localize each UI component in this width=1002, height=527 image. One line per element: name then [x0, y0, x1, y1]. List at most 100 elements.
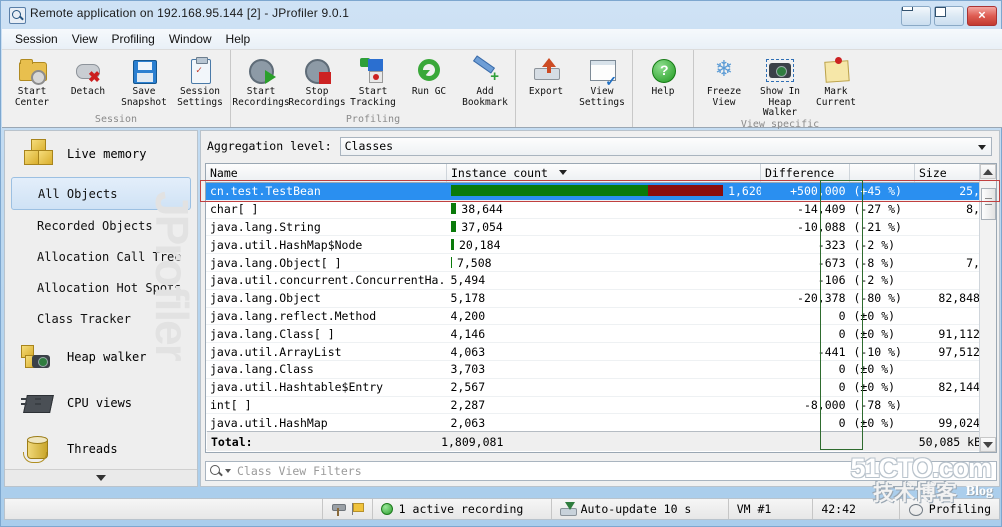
minimize-button[interactable]: [901, 6, 931, 26]
menu-item-window[interactable]: Window: [162, 30, 219, 48]
export-label: Export: [528, 86, 564, 97]
vm-text: VM #1: [736, 502, 772, 516]
menu-item-view[interactable]: View: [65, 30, 105, 48]
title-bar: Remote application on 192.168.95.144 [2]…: [1, 1, 1002, 28]
run-gc-label: Run GC: [411, 86, 447, 97]
table-row[interactable]: java.lang.String37,054-10,088(-21 %)889 …: [206, 218, 996, 237]
menu-item-help[interactable]: Help: [219, 30, 258, 48]
flag-icon[interactable]: [350, 502, 365, 516]
sidebar-section-label-cpu-views: CPU views: [67, 396, 133, 410]
toolbar-run-gc[interactable]: Run GC: [401, 53, 457, 98]
toolbar-start-center[interactable]: Start Center: [4, 53, 60, 108]
maximize-button[interactable]: [934, 6, 964, 26]
status-spacer: [5, 499, 323, 519]
cell-difference-percent: (-10 %): [849, 342, 915, 361]
sidebar-section-heap-walker[interactable]: Heap walker: [5, 334, 197, 380]
instance-count-value: 5,494: [450, 273, 486, 288]
cell-difference: 0: [760, 378, 850, 397]
instance-count-bar: [450, 256, 452, 268]
status-auto-update[interactable]: Auto-update 10 s: [552, 499, 729, 519]
toolbar-group-label-profiling: Profiling: [345, 114, 401, 125]
cell-difference-percent: (-78 %): [849, 396, 915, 415]
table-row[interactable]: java.util.HashMap2,0630(±0 %)99,024 byte…: [206, 413, 996, 433]
table-row[interactable]: java.lang.Object[ ]7,508-673(-8 %)7,743 …: [206, 253, 996, 272]
cell-difference: -10,088: [760, 218, 850, 237]
save-snapshot-label-1: Save: [132, 86, 156, 97]
cell-class-name: java.lang.Object[ ]: [206, 253, 447, 272]
close-button[interactable]: ✕: [967, 6, 997, 26]
toolbar-start-recordings[interactable]: Start Recordings: [232, 53, 290, 108]
sidebar-item-label-recorded-objects: Recorded Objects: [37, 218, 153, 233]
cell-instance-count: 3,703: [446, 360, 761, 379]
snowflake-icon: ❄: [714, 57, 734, 82]
chevron-down-icon: [96, 475, 106, 481]
toolbar-freeze-view[interactable]: ❄ Freeze View: [696, 53, 752, 108]
instance-count-value: 3,703: [450, 362, 486, 377]
class-view-filter[interactable]: Class View Filters: [205, 461, 997, 481]
table-row[interactable]: java.lang.Class3,7030(±0 %)421 kB: [206, 360, 996, 379]
cell-class-name: cn.test.TestBean: [206, 182, 447, 201]
cell-difference-percent: (-8 %): [849, 253, 915, 272]
table-row[interactable]: java.util.Hashtable$Entry 2,567 0 (±0 %) 82,…: [206, 378, 996, 397]
column-header-instance-count[interactable]: Instance count: [446, 164, 761, 183]
total-label: Total:: [211, 434, 253, 449]
recording-status-text: 1 active recording: [398, 502, 524, 516]
cell-difference-percent: (-80 %): [849, 289, 915, 308]
hammer-icon[interactable]: [331, 502, 346, 516]
note-pin-icon: [821, 55, 851, 85]
status-recording[interactable]: 1 active recording: [373, 499, 552, 519]
column-header-difference[interactable]: Difference: [760, 164, 850, 183]
search-icon: [210, 464, 223, 478]
scroll-down-button[interactable]: [980, 437, 996, 452]
detach-label: Detach: [70, 86, 106, 97]
toolbar-help[interactable]: Help: [635, 53, 691, 98]
jprofiler-window: Remote application on 192.168.95.144 [2]…: [0, 0, 1002, 527]
scroll-up-button[interactable]: [980, 164, 996, 179]
menu-item-profiling[interactable]: Profiling: [105, 30, 162, 48]
cell-instance-count: 2,287: [446, 396, 761, 415]
toolbar-session-settings[interactable]: SessionSettings: [172, 53, 228, 108]
cell-difference: 0: [760, 324, 850, 344]
table-row[interactable]: cn.test.TestBean 1,620,000+500,000(+45 %)…: [206, 182, 996, 201]
sidebar-section-threads[interactable]: Threads: [5, 426, 197, 472]
session-settings-label-2: Settings: [177, 96, 223, 108]
table-row[interactable]: java.lang.Class[ ]4,1460(±0 %)91,112 byt…: [206, 324, 996, 344]
table-row[interactable]: java.util.HashMap$Node20,184-323(-2 %)64…: [206, 235, 996, 255]
sidebar-section-label-threads: Threads: [67, 442, 118, 456]
table-vertical-scrollbar[interactable]: [979, 164, 996, 452]
start-recordings-label-1: Start: [246, 86, 276, 97]
table-row[interactable]: char[ ]38,644-14,409(-27 %)8,097 kB: [206, 200, 996, 219]
elapsed-time-text: 42:42: [821, 502, 856, 516]
status-bar: 1 active recording Auto-update 10 s VM #…: [4, 498, 1000, 520]
toolbar-start-tracking[interactable]: Start Tracking: [345, 53, 401, 108]
menu-item-session[interactable]: Session: [8, 30, 65, 48]
class-table: Name Instance count Difference Size cn.t…: [206, 164, 996, 452]
toolbar-export[interactable]: Export: [518, 53, 574, 98]
column-header-name[interactable]: Name: [206, 164, 447, 183]
status-profiling: Profiling: [900, 499, 999, 519]
toolbar-view-settings[interactable]: ✓ View Settings: [574, 53, 630, 108]
table-row[interactable]: java.lang.reflect.Method4,2000(±0 %)369 …: [206, 307, 996, 326]
table-row[interactable]: java.util.ArrayList 4,063 -441 (-10 %) 97,51…: [206, 342, 996, 361]
cell-difference: -323: [760, 235, 850, 255]
toolbar-stop-recordings[interactable]: Stop Recordings: [288, 53, 346, 108]
freeze-view-label-2: View: [712, 96, 736, 108]
toolbar-mark-current[interactable]: Mark Current: [808, 53, 864, 108]
table-row[interactable]: java.util.concurrent.ConcurrentHa... 5,49…: [206, 271, 996, 290]
toolbar-add-bookmark[interactable]: + Add Bookmark: [457, 53, 513, 108]
toolbar-show-in-heap-walker[interactable]: Show In Heap Walker: [752, 53, 808, 119]
toolbar-save-snapshot[interactable]: Save Snapshot: [116, 53, 172, 108]
sidebar-section-live-memory[interactable]: Live memory: [5, 131, 197, 177]
cell-instance-count: 4,063: [446, 342, 761, 361]
cell-instance-count: 5,178: [446, 289, 761, 308]
aggregation-level-select[interactable]: Classes: [339, 136, 992, 156]
sidebar-section-cpu-views[interactable]: CPU views: [5, 380, 197, 426]
sidebar-scroll-down[interactable]: [5, 469, 197, 486]
table-row[interactable]: int[ ]2,287-8,000(-78 %)431 kB: [206, 396, 996, 415]
table-row[interactable]: java.lang.Object 5,178 -20,378 (-80 %) 82,84…: [206, 289, 996, 308]
chevron-down-icon[interactable]: [225, 469, 231, 473]
status-bookmark-tools[interactable]: [323, 499, 373, 519]
recycle-icon: [414, 55, 444, 85]
scrollbar-thumb[interactable]: [981, 188, 996, 220]
toolbar-detach[interactable]: ✖ Detach: [60, 53, 116, 98]
